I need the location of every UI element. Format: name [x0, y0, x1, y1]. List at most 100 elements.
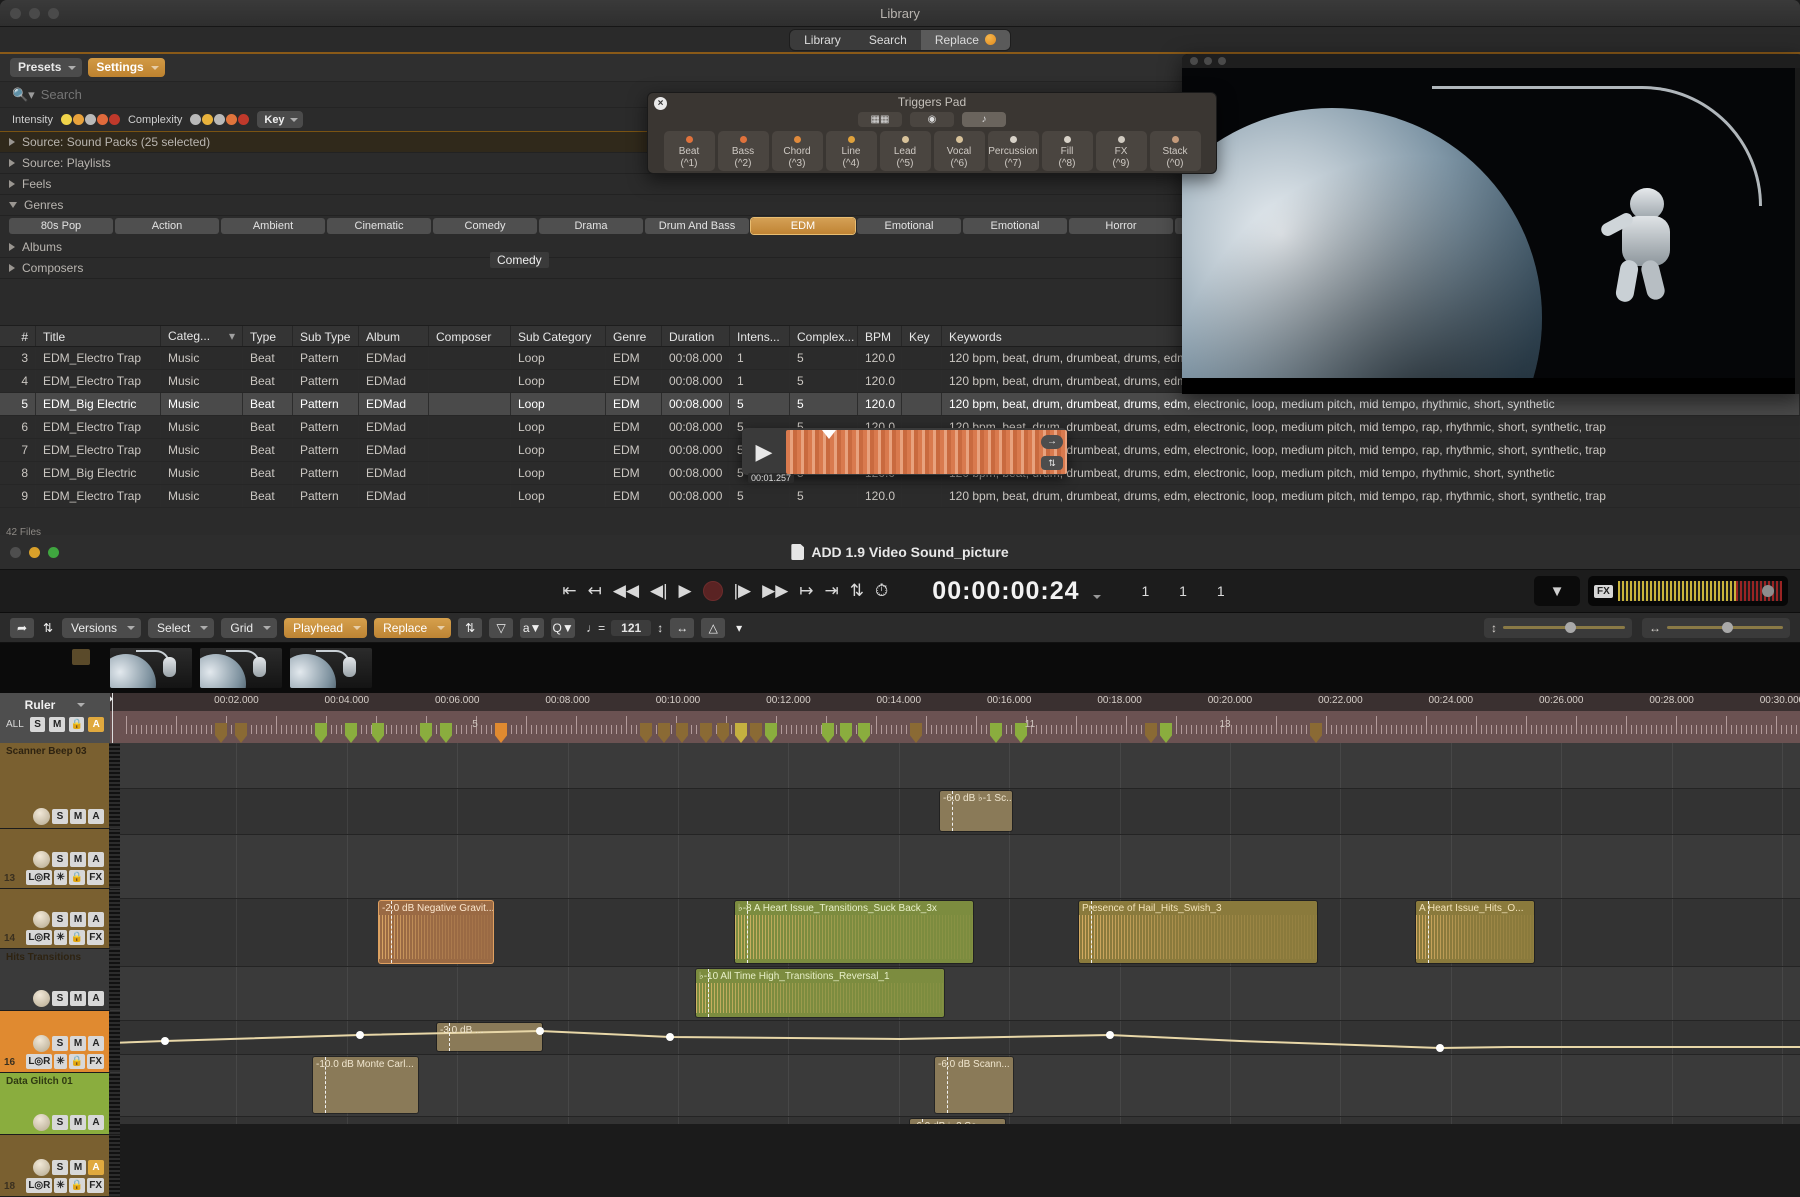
slider-knob[interactable] [1722, 622, 1733, 633]
grid-menu[interactable]: Grid [221, 617, 278, 638]
genre-button-drum-and-bass[interactable]: Drum And Bass [645, 218, 749, 234]
track-header-4[interactable]: 16 S M A L◎R ✳ 🔒 FX [0, 1011, 120, 1073]
zoom-icon[interactable] [1218, 57, 1226, 65]
track-fx-button[interactable]: FX [87, 930, 104, 945]
disclosure-triangle-icon[interactable] [9, 159, 15, 167]
column-header-composer[interactable]: Composer [429, 326, 511, 346]
track-opt-button[interactable]: 🔒 [68, 1178, 86, 1193]
ruler-marker[interactable] [750, 723, 762, 743]
automation-curve[interactable] [110, 1021, 1800, 1055]
tempo-stepper-icon[interactable]: ↕ [657, 621, 663, 635]
ruler-global-buttons[interactable]: ALL S M 🔒 A [6, 717, 104, 732]
trigger-pad-vocal[interactable]: Vocal (^6) [933, 131, 985, 171]
timeline-clip[interactable]: Presence of Hail_Hits_Swish_3 [1079, 901, 1317, 963]
video-window-titlebar[interactable] [1182, 54, 1800, 68]
timeline-clip[interactable]: A Heart Issue_Hits_O... [1416, 901, 1534, 963]
column-header-intensity[interactable]: Intens... [730, 326, 790, 346]
disclosure-triangle-icon[interactable] [9, 243, 15, 251]
chevron-down-icon[interactable]: ▾ [732, 618, 746, 638]
column-header-genre[interactable]: Genre [606, 326, 662, 346]
ruler-marker[interactable] [215, 723, 227, 743]
select-menu[interactable]: Select [148, 617, 215, 638]
column-header-bpm[interactable]: BPM [858, 326, 902, 346]
ruler-marker[interactable] [765, 723, 777, 743]
table-row[interactable]: 5 EDM_Big Electric Music Beat Pattern EDMad Lo… [0, 393, 1800, 416]
clip-lane-2[interactable] [110, 835, 1800, 899]
track-opt-button[interactable]: 🔒 [68, 1054, 86, 1069]
playhead-handle-icon[interactable] [110, 693, 113, 705]
track-pan-knob[interactable] [33, 851, 50, 868]
track-automation-button[interactable]: A [88, 1036, 104, 1051]
timeline-clip[interactable]: ♭-10 All Time High_Transitions_Reversal_… [696, 969, 944, 1017]
close-icon[interactable] [1190, 57, 1198, 65]
preview-playhead-marker-icon[interactable] [822, 429, 836, 439]
timecode-display[interactable]: 00:00:00:24 [932, 577, 1102, 606]
playhead-menu[interactable]: Playhead [284, 617, 368, 638]
trigger-pad-beat[interactable]: Beat (^1) [663, 131, 715, 171]
play-icon[interactable]: ▶ [679, 581, 692, 601]
horizontal-zoom-icon[interactable]: ↔ [670, 617, 695, 638]
genre-button-ambient[interactable]: Ambient [221, 218, 325, 234]
ruler-marker[interactable] [717, 723, 729, 743]
timeline-clip[interactable]: -2.0 dB Negative Gravit... [379, 901, 493, 963]
track-pan-knob[interactable] [33, 808, 50, 825]
track-fader[interactable] [109, 889, 120, 948]
track-solo-button[interactable]: S [52, 852, 68, 867]
clip-lane-7[interactable]: -6.0 dB ♭-2 Sc... [110, 1117, 1800, 1124]
track-automation-button[interactable]: A [88, 991, 104, 1006]
note-view-icon[interactable]: ♪ [962, 112, 1006, 127]
facet-pip[interactable] [226, 114, 238, 125]
ruler-marker[interactable] [1145, 723, 1157, 743]
ruler-marker[interactable] [1160, 723, 1172, 743]
meter-fader-knob[interactable] [1761, 585, 1774, 597]
track-mute-button[interactable]: M [70, 852, 86, 867]
track-opt-button[interactable]: ✳ [54, 930, 67, 945]
track-pan-knob[interactable] [33, 990, 50, 1007]
track-fader[interactable] [109, 1073, 120, 1134]
track-automation-button[interactable]: A [88, 1160, 104, 1175]
table-row[interactable]: 9 EDM_Electro Trap Music Beat Pattern EDMad Lo… [0, 485, 1800, 508]
record-icon[interactable] [702, 581, 723, 601]
step-forward-icon[interactable]: |▶ [734, 581, 752, 601]
track-header-2[interactable]: 14 S M A L◎R ✳ 🔒 FX [0, 889, 120, 949]
ruler-marker[interactable] [440, 723, 452, 743]
facet-pip[interactable] [202, 114, 214, 125]
genre-button-80s-pop[interactable]: 80s Pop [9, 218, 113, 234]
track-solo-button[interactable]: S [52, 912, 68, 927]
master-output-icon[interactable]: ▼ [1534, 576, 1580, 606]
track-solo-button[interactable]: S [52, 1036, 68, 1051]
ruler-marker[interactable] [1310, 723, 1322, 743]
triggers-pad-buttons[interactable]: Beat (^1) Bass (^2) Chord (^3) Line (^4) Lead (^5… [648, 131, 1216, 171]
track-solo-button[interactable]: S [52, 1115, 68, 1130]
genre-button-cinematic[interactable]: Cinematic [327, 218, 431, 234]
tempo-value[interactable]: 121 [611, 619, 652, 636]
waveform-display-icon[interactable]: △ [701, 617, 726, 638]
facet-pip[interactable] [72, 114, 84, 125]
track-fader[interactable] [109, 1011, 120, 1072]
minimize-icon[interactable] [29, 547, 40, 558]
track-controls[interactable]: S M A L◎R ✳ 🔒 FX [26, 851, 104, 885]
track-automation-button[interactable]: A [88, 852, 104, 867]
genre-button-horror[interactable]: Horror [1069, 218, 1173, 234]
clip-lanes[interactable]: -6.0 dB ♭-1 Sc... -2.0 dB Negative Gravit… [110, 743, 1800, 1124]
track-mute-button[interactable]: M [70, 991, 86, 1006]
ruler-marker[interactable] [910, 723, 922, 743]
facet-pip[interactable] [190, 114, 202, 125]
ruler-marker[interactable] [658, 723, 670, 743]
track-fx-button[interactable]: FX [87, 870, 104, 885]
go-to-start-icon[interactable]: ⇤ [562, 581, 576, 601]
column-header-subtype[interactable]: Sub Type [293, 326, 359, 346]
track-header-scanner-beep-03[interactable]: Scanner Beep 03 S M A [0, 743, 120, 829]
tab-replace[interactable]: Replace [920, 29, 1010, 50]
track-controls[interactable]: SMA [33, 808, 104, 825]
track-fader[interactable] [109, 1135, 120, 1196]
tool-stepper-icon[interactable]: ⇅ [41, 618, 55, 638]
column-header-album[interactable]: Album [359, 326, 429, 346]
close-icon[interactable] [10, 547, 21, 558]
genre-button-edm[interactable]: EDM [751, 218, 855, 234]
ruler-marker[interactable] [676, 723, 688, 743]
ruler-marker[interactable] [735, 723, 747, 743]
timeline-clip[interactable]: -10.0 dB Monte Carl... [313, 1057, 418, 1113]
track-opt-button[interactable]: 🔒 [68, 930, 86, 945]
versions-menu[interactable]: Versions [62, 617, 142, 638]
